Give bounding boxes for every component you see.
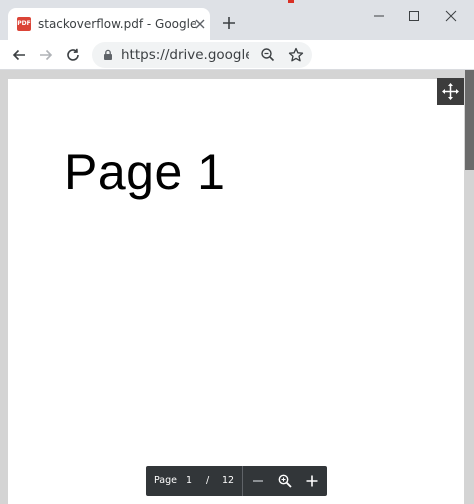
browser-window: PDF stackoverflow.pdf - Google Drive	[0, 0, 474, 504]
zoom-out-icon[interactable]	[250, 473, 266, 489]
pdf-viewer[interactable]: Page 1 Page 1 / 12	[0, 70, 474, 504]
star-icon[interactable]	[287, 46, 305, 64]
zoom-fit-icon[interactable]	[277, 473, 293, 489]
toolbar-divider	[242, 466, 243, 496]
tab-title: stackoverflow.pdf - Google Drive	[38, 17, 196, 31]
move-icon[interactable]	[437, 78, 464, 105]
minimize-icon[interactable]	[368, 6, 390, 26]
page-separator: /	[206, 475, 210, 486]
page-label: Page	[154, 475, 177, 486]
recording-indicator	[288, 0, 294, 3]
address-bar[interactable]: https://drive.google.co...	[92, 42, 312, 68]
tab-stackoverflow-pdf[interactable]: PDF stackoverflow.pdf - Google Drive	[8, 8, 210, 40]
url-text[interactable]: https://drive.google.co...	[121, 47, 249, 63]
new-tab-button[interactable]	[220, 14, 238, 32]
navigation-toolbar: https://drive.google.co...	[0, 40, 474, 70]
forward-arrow-icon[interactable]	[36, 45, 56, 65]
maximize-icon[interactable]	[403, 6, 425, 26]
scrollbar-thumb[interactable]	[465, 70, 474, 170]
reload-icon[interactable]	[63, 45, 83, 65]
zoom-in-icon[interactable]	[304, 473, 320, 489]
page-heading: Page 1	[64, 144, 226, 200]
lock-icon[interactable]	[102, 49, 114, 61]
zoom-icon[interactable]	[259, 46, 277, 64]
pdf-page: Page 1	[8, 79, 464, 504]
tab-close-icon[interactable]	[193, 17, 207, 31]
window-close-icon[interactable]	[440, 6, 462, 26]
tab-strip: PDF stackoverflow.pdf - Google Drive	[0, 0, 474, 40]
back-arrow-icon[interactable]	[9, 45, 29, 65]
pdf-bottom-toolbar: Page 1 / 12	[146, 466, 327, 496]
pdf-favicon-icon: PDF	[17, 17, 31, 31]
current-page-input[interactable]: 1	[186, 475, 192, 486]
total-pages: 12	[222, 475, 235, 486]
